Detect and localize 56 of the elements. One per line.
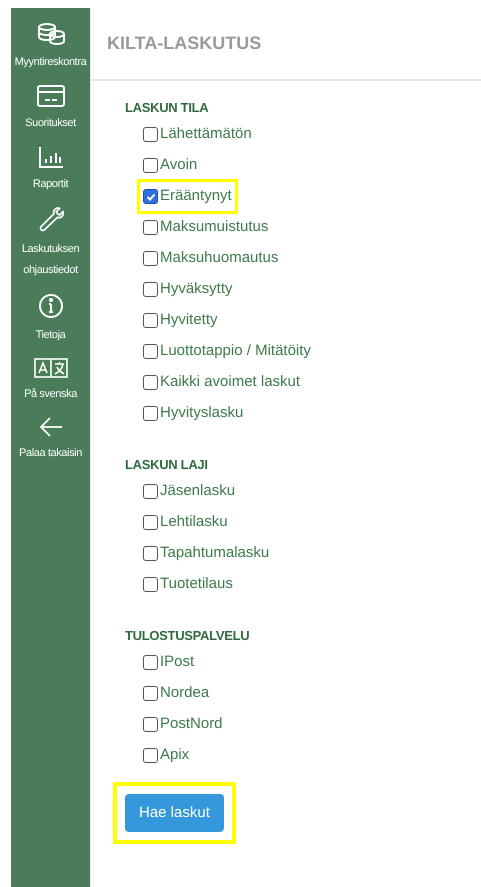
option-label: Kaikki avoimet laskut	[160, 372, 300, 392]
info-icon	[38, 293, 64, 319]
checkbox[interactable]	[143, 313, 158, 328]
checkbox[interactable]	[143, 484, 158, 499]
section-heading: LASKUN TILA	[125, 99, 210, 118]
checkbox[interactable]	[143, 406, 158, 421]
option-label: PostNord	[160, 714, 223, 734]
checkbox[interactable]	[143, 686, 158, 701]
checkbox[interactable]	[143, 655, 158, 670]
checkbox[interactable]	[143, 577, 158, 592]
option-label: Avoin	[160, 155, 198, 176]
bar-chart-icon	[38, 146, 64, 168]
checkbox[interactable]	[143, 375, 158, 390]
checkbox[interactable]	[143, 189, 158, 204]
option-label: Jäsenlasku	[160, 481, 236, 502]
checkbox[interactable]	[143, 158, 158, 173]
option-label: Hyväksytty	[160, 279, 233, 300]
checkbox[interactable]	[143, 717, 158, 732]
option-label: Lehtilasku	[160, 512, 228, 532]
translate-icon	[34, 358, 68, 378]
search-button[interactable]: Hae laskut	[125, 794, 224, 832]
option-label: IPost	[160, 652, 194, 672]
nav-link[interactable]: Myyntireskontra	[14, 52, 86, 73]
checkbox[interactable]	[143, 282, 158, 297]
section-heading: TULOSTUSPALVELU	[125, 627, 250, 646]
option-label: Tuotetilaus	[160, 574, 233, 594]
option-label: Maksumuistutus	[160, 217, 268, 238]
back-arrow-icon	[38, 417, 62, 437]
option-label: Hyvitetty	[160, 310, 218, 330]
option-label: Maksuhuomautus	[160, 248, 278, 268]
option-label: Apix	[160, 745, 190, 766]
checkbox[interactable]	[143, 546, 158, 561]
nav-link[interactable]: Laskutuksen ohjaustiedot	[11, 239, 90, 281]
checkbox[interactable]	[143, 220, 158, 235]
nav-link[interactable]: Raportit	[32, 174, 68, 195]
checkbox[interactable]	[143, 251, 158, 266]
wrench-icon	[38, 207, 64, 233]
option-label: Hyvityslasku	[160, 403, 244, 424]
checkmark-icon	[146, 192, 156, 202]
nav-link[interactable]: Tietoja	[36, 325, 66, 346]
coins-icon	[36, 22, 66, 46]
option-label: Tapahtumalasku	[160, 543, 270, 564]
option-label: Erääntynyt	[160, 186, 232, 206]
checkbox[interactable]	[143, 748, 158, 763]
nav-link[interactable]: Suoritukset	[25, 113, 76, 134]
nav-link[interactable]: På svenska	[24, 384, 77, 405]
card-icon	[36, 85, 64, 107]
page-title: KILTA-LASKUTUS	[107, 32, 262, 55]
checkbox[interactable]	[143, 515, 158, 530]
nav-link[interactable]: Palaa takaisin	[19, 443, 82, 464]
checkbox[interactable]	[143, 344, 158, 359]
checkbox[interactable]	[143, 127, 158, 142]
section-heading: LASKUN LAJI	[125, 456, 209, 474]
option-label: Lähettämätön	[160, 124, 252, 144]
option-label: Luottotappio / Mitätöity	[160, 341, 311, 362]
option-label: Nordea	[160, 683, 210, 704]
